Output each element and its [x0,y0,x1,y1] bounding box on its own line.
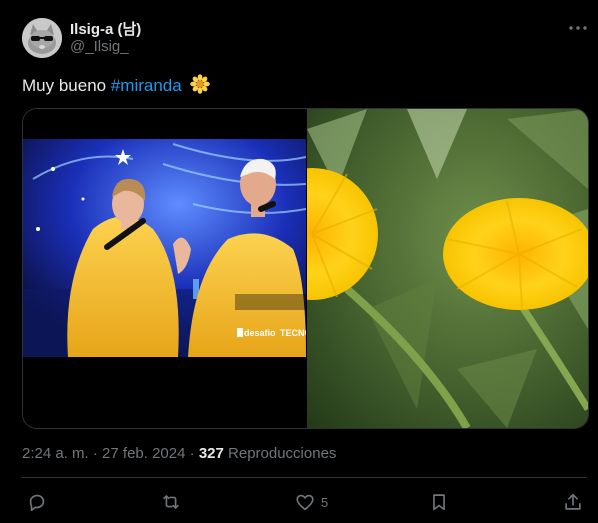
meta-separator-2: · [189,445,195,462]
heart-icon [296,494,314,511]
views-count: 327 [198,445,224,462]
meta-separator: · [92,445,98,462]
hashtag-link[interactable]: #miranda [111,76,182,95]
media-image-stage[interactable]: desafio TECNO [23,109,312,428]
share-button[interactable] [562,490,584,514]
media-image-dandelions[interactable] [246,109,588,428]
tweet-text: Muy bueno #miranda [22,74,211,99]
author-handle[interactable]: @_Ilsig_ [70,38,129,55]
like-button[interactable]: 5 [294,490,328,514]
more-icon[interactable] [566,18,590,38]
retweet-icon [163,495,179,509]
daisy-emoji [190,74,211,99]
reply-icon [29,494,45,512]
bookmark-icon [433,494,445,511]
tweet-date[interactable]: 27 feb. 2024 [102,445,185,462]
avatar-image [22,18,62,58]
tv-logo: desafio TECNO [237,328,312,338]
retweet-button[interactable] [160,490,182,514]
views-label: Reproducciones [228,445,337,462]
author-name[interactable]: Ilsig-a (남) [70,18,141,39]
bookmark-button[interactable] [428,490,450,514]
reply-button[interactable] [26,490,48,514]
tweet-meta: 2:24 a. m. · 27 feb. 2024 · 327 Reproduc… [22,445,336,462]
tweet-text-body: Muy bueno [22,76,111,95]
avatar[interactable] [22,18,62,58]
like-count: 5 [321,494,329,510]
media-grid[interactable]: desafio TECNO [22,108,589,429]
divider-line [22,477,587,478]
tweet-time[interactable]: 2:24 a. m. [22,445,89,462]
tweet: Ilsig-a (남) @_Ilsig_ Muy bueno #miranda [0,0,598,523]
tv-logo-icon [237,328,243,337]
share-icon [565,493,581,510]
tv-logo-brand: desafio [244,328,276,338]
